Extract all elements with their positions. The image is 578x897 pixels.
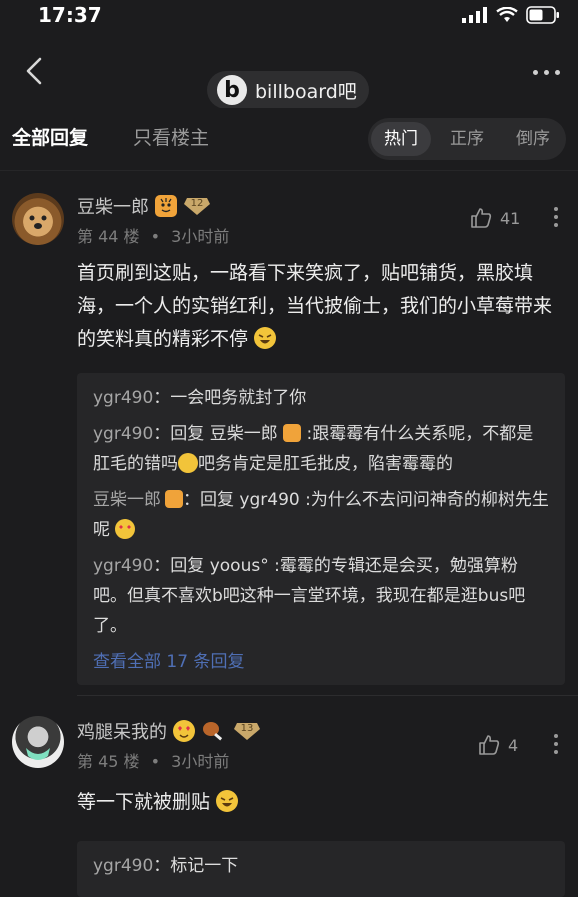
reply-author[interactable]: 豆柴一郎 <box>93 490 161 510</box>
level-badge: 12 <box>183 196 211 216</box>
laughing-emoji-icon <box>254 327 277 349</box>
battery-icon <box>526 6 559 24</box>
reply-author[interactable]: ygr490 <box>93 556 153 576</box>
sort-hot-button[interactable]: 热门 <box>371 122 431 156</box>
reply-target[interactable]: 豆柴一郎 <box>210 424 278 444</box>
tiger-emoji-icon <box>155 195 177 217</box>
reply-tabs: 全部回复 只看楼主 热门 正序 倒序 <box>0 108 578 171</box>
reply-target[interactable]: ygr490 <box>239 490 299 510</box>
post-meta: 第 44 楼 • 3小时前 <box>77 223 229 247</box>
laughing-emoji-icon <box>216 790 239 812</box>
reply-item: ygr490：标记一下 <box>93 856 239 876</box>
reply-text: 标记一下 <box>170 856 239 876</box>
like-button[interactable]: 4 <box>478 734 518 756</box>
tab-all-replies[interactable]: 全部回复 <box>12 123 88 150</box>
post-text: 等一下就被删贴 <box>77 791 211 813</box>
username-row: 豆柴一郎 12 <box>77 193 211 219</box>
reply-text-continued: 吧务肯定是肛毛批皮，陷害霉霉的 <box>198 454 453 474</box>
reply-text: 一会吧务就封了你 <box>170 388 307 408</box>
sort-descending-button[interactable]: 倒序 <box>503 122 563 156</box>
reply-item: ygr490：回复 豆柴一郎 :跟霉霉有什么关系呢，不都是肛毛的错吗 吧务肯定是肛… <box>93 424 534 474</box>
meta-dot: • <box>150 227 161 246</box>
reply-item: 豆柴一郎 ：回复 ygr490 :为什么不去问问神奇的柳树先生呢 <box>93 490 549 540</box>
wifi-icon <box>496 7 518 22</box>
like-count: 41 <box>500 208 521 228</box>
post-time: 3小时前 <box>171 752 230 771</box>
billboard-logo: b <box>217 75 247 105</box>
post-meta: 第 45 楼 • 3小时前 <box>77 748 229 772</box>
reply-preview-box[interactable]: ygr490：标记一下 <box>77 841 565 897</box>
level-badge: 13 <box>233 721 261 741</box>
reply-item: ygr490：一会吧务就封了你 <box>93 388 307 408</box>
reply-target[interactable]: yoous° <box>210 556 269 576</box>
avatar[interactable] <box>12 193 64 245</box>
like-count: 4 <box>508 735 519 755</box>
more-options-icon[interactable] <box>533 70 560 75</box>
floor-number: 第 45 楼 <box>77 752 140 771</box>
thumbs-up-icon <box>479 735 500 755</box>
status-time: 17:37 <box>38 3 102 27</box>
post-content: 首页刷到这贴，一路看下来笑疯了，贴吧铺货，黑胶填海，一个人的实销红利，当代披偷士… <box>77 257 560 356</box>
back-arrow-icon[interactable] <box>22 56 46 86</box>
reply-author[interactable]: ygr490 <box>93 388 153 408</box>
tab-host-only[interactable]: 只看楼主 <box>133 123 209 150</box>
reply-item: ygr490：回复 yoous° :霉霉的专辑还是会买，勉强算粉吧。但真不喜欢b… <box>93 556 526 636</box>
heart-eyes-emoji-icon <box>115 519 136 539</box>
post-text: 首页刷到这贴，一路看下来笑疯了，贴吧铺货，黑胶填海，一个人的实销红利，当代披偷士… <box>77 262 553 350</box>
username[interactable]: 鸡腿呆我的 <box>77 718 167 744</box>
drumstick-icon <box>203 722 223 741</box>
heart-eyes-emoji-icon <box>173 720 195 742</box>
reply-text: :为什么不去问问神奇的柳树先生呢 <box>93 490 549 540</box>
sort-ascending-button[interactable]: 正序 <box>437 122 497 156</box>
post-time: 3小时前 <box>171 227 230 246</box>
username-row: 鸡腿呆我的 13 <box>77 718 261 744</box>
post-floor-45: 鸡腿呆我的 13 第 45 楼 • 3小时前 4 等一下就被删贴 ygr490：… <box>0 696 578 897</box>
avatar[interactable] <box>12 716 64 768</box>
forum-title-pill[interactable]: b billboard吧 <box>207 71 369 109</box>
like-button[interactable]: 41 <box>470 207 520 229</box>
thumbs-up-icon <box>471 208 492 228</box>
post-options-icon[interactable] <box>554 734 558 754</box>
navigation-bar: b billboard吧 <box>0 30 578 109</box>
floor-number: 第 44 楼 <box>77 227 140 246</box>
meta-dot: • <box>150 752 161 771</box>
status-icons <box>462 6 560 24</box>
sort-toggle: 热门 正序 倒序 <box>368 118 566 160</box>
dog-face-icon <box>29 215 47 229</box>
smile-emoji-icon <box>178 453 198 473</box>
reply-author[interactable]: ygr490 <box>93 856 153 876</box>
view-all-replies-link[interactable]: 查看全部 17 条回复 <box>93 647 549 677</box>
post-options-icon[interactable] <box>554 207 558 227</box>
tiger-emoji-icon <box>165 490 183 508</box>
masked-face-icon <box>26 748 50 760</box>
signal-icon <box>462 7 487 23</box>
reply-author[interactable]: ygr490 <box>93 424 153 444</box>
status-bar: 17:37 <box>0 0 578 30</box>
username[interactable]: 豆柴一郎 <box>77 193 149 219</box>
forum-title: billboard吧 <box>255 80 357 103</box>
post-content: 等一下就被删贴 <box>77 786 560 819</box>
post-floor-44: 豆柴一郎 12 第 44 楼 • 3小时前 41 首页刷到这贴，一路看下来笑疯了… <box>0 171 578 695</box>
reply-preview-box[interactable]: ygr490：一会吧务就封了你 ygr490：回复 豆柴一郎 :跟霉霉有什么关系… <box>77 373 565 685</box>
tiger-emoji-icon <box>283 424 302 442</box>
